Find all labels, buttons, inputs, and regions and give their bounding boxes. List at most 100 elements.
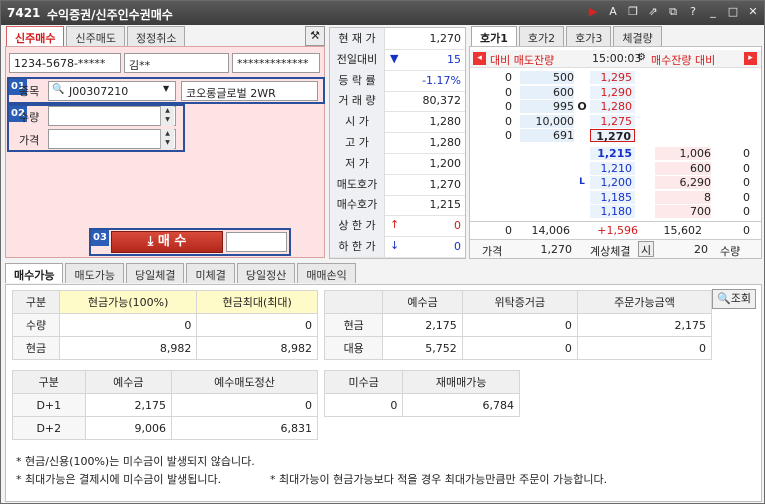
down-arrow-icon: ▼ [390,51,399,65]
quote-key: 전일대비 [330,48,385,70]
ask-qty: 691 [520,129,574,142]
table-cell: 현금 [323,313,384,337]
table-cell: 수량 [12,313,60,337]
left-arrow-icon[interactable]: ◂ [473,52,486,65]
tab-unfilled[interactable]: 미체결 [186,263,235,283]
table-cell: 2,175 [84,393,173,417]
quote-value: 1,270 [429,32,462,45]
orderbook-totals: 0 14,006 +1,596 15,602 0 [470,221,761,238]
quote-row: 거 래 량 80,372 [330,90,465,113]
quote-row: 현 재 가 1,270 [330,28,465,50]
tab-pnl[interactable]: 매매손익 [297,263,356,283]
table-cell: 0 [171,393,318,417]
font-icon[interactable]: A [606,5,620,19]
query-button[interactable]: 🔍조회 [712,289,756,309]
copy-icon[interactable]: ❐ [626,5,640,19]
tab-modify-cancel[interactable]: 정정취소 [126,26,186,46]
orderbook-footer: 가격 1,270 계상체결 시 20 수량 [470,239,761,258]
table-header-cell: 예수금 [382,290,463,314]
footer-price: 1,270 [540,243,573,256]
table-cell: D+1 [12,393,86,417]
bid-mark-icon: L [579,177,585,187]
bid-diff-total2: 0 [743,224,750,237]
ask-qty: 995 [520,100,574,113]
symbol-code-input[interactable]: J00307210 [48,81,176,101]
account-select[interactable]: 1234-5678-***** [9,53,121,73]
link-icon[interactable]: ⇗ [646,5,660,19]
tab-hoga1[interactable]: 호가1 [471,26,517,46]
maximize-icon[interactable]: □ [726,5,740,19]
bid-price[interactable]: 1,210 [590,161,635,175]
bid-price[interactable]: 1,215 [590,147,635,160]
help-icon[interactable]: ? [686,5,700,19]
quote-value: 1,280 [429,115,462,129]
table-cell: 0 [196,313,318,337]
quote-value: 1,215 [429,198,462,212]
right-arrow-icon[interactable]: ▸ [744,52,757,65]
ask-price[interactable]: 1,290 [590,85,635,99]
ask-qty: 10,000 [520,114,574,128]
download-icon: ⤓ [147,234,158,249]
qty-input[interactable] [48,106,176,126]
ask-price[interactable]: 1,280 [590,100,635,113]
tab-today-filled[interactable]: 당일체결 [125,263,185,283]
calc-button[interactable]: 시 [638,241,654,257]
settings-hammer-icon[interactable]: ⚒ [305,26,325,46]
tab-new-sell[interactable]: 신주매도 [66,26,125,46]
quote-table: 현 재 가 1,270 전일대비 15 ▼ 등 락 률 -1.17% 거 래 량 80,372 시… [329,27,466,259]
ask-price[interactable]: 1,270 [590,129,635,143]
minimize-icon[interactable]: _ [706,5,720,19]
quote-row: 시 가 1,280 [330,111,465,134]
down-arrow-icon: ↓ [390,239,400,252]
ask-price[interactable]: 1,295 [590,71,635,84]
price-input[interactable] [48,129,176,149]
tab-hoga2[interactable]: 호가2 [518,26,565,46]
bid-diff: 0 [743,176,750,189]
ask-qty-total: 14,006 [531,224,571,237]
tab-new-buy[interactable]: 신주매수 [6,26,65,46]
buy-button[interactable]: ⤓ 매 수 [111,231,223,253]
settings-icon[interactable]: ⚙ [637,52,646,63]
bid-price[interactable]: 1,185 [590,190,635,204]
symbol-label: 종목 [19,85,40,98]
chevron-down-icon[interactable]: ▼ [163,84,169,93]
tab-buy-available[interactable]: 매수가능 [5,263,64,283]
qty-label: 수량 [19,111,40,124]
table-header-row: 구분 현금가능(100%) 현금최대(최대) [12,290,318,314]
table-header-cell: 구분 [12,370,86,394]
restore-icon[interactable]: ⧉ [666,5,680,19]
bid-qty: 6,290 [655,176,711,189]
bid-price[interactable]: 1,200 [590,176,635,189]
table-row: 수량 0 0 [12,313,318,337]
buy-extra-field[interactable] [226,232,287,252]
tab-hoga3[interactable]: 호가3 [566,26,612,46]
quote-row: 고 가 1,280 [330,132,465,154]
table-cell: 2,175 [576,313,713,337]
ask-qty: 500 [520,71,574,84]
quote-value: -1.17% [422,73,461,87]
qty-stepper[interactable]: ▲ ▼ [160,106,174,126]
quote-key: 상 한 가 [330,215,385,237]
quote-key: 등 락 률 [330,69,385,91]
password-field[interactable]: ************* [232,53,320,73]
hoga-tabs: 호가1 호가2 호가3 체결량 [471,26,664,46]
tab-today-settle[interactable]: 당일정산 [236,263,296,283]
price-stepper[interactable]: ▲ ▼ [160,129,174,149]
bid-qty: 8 [655,190,711,204]
quote-row: 저 가 1,200 [330,152,465,175]
ask-price[interactable]: 1,275 [590,114,635,128]
order-window: 7421 수익증권/신주인수권매수 ▶ A ❐ ⇗ ⧉ ? _ □ ✕ 신주매수… [0,0,765,504]
order-tabs: 신주매수 신주매도 정정취소 [6,26,187,46]
quote-key: 시 가 [330,111,385,133]
table-row: D+1 2,175 0 [12,393,318,417]
bid-price[interactable]: 1,180 [590,205,635,218]
close-icon[interactable]: ✕ [746,5,760,19]
ask-diff: 0 [505,129,512,142]
footer-qty-label: 수량 [720,245,741,258]
record-icon[interactable]: ▶ [586,5,600,19]
tab-volume[interactable]: 체결량 [613,26,662,46]
search-icon[interactable]: 🔍 [52,84,64,95]
quote-value: 0 [454,219,461,233]
ask-header: 대비 매도잔량 [490,54,555,67]
tab-sell-available[interactable]: 매도가능 [65,263,124,283]
